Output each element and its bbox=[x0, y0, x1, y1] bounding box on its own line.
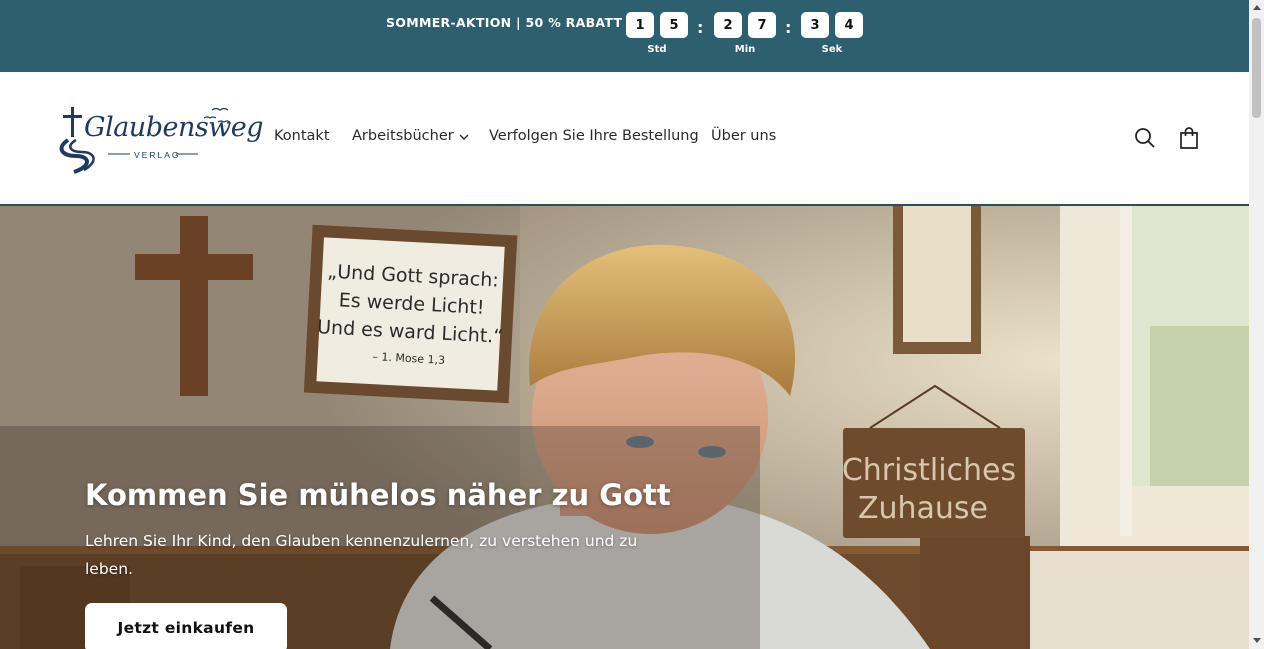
countdown-separator: : bbox=[697, 18, 704, 37]
hero-title: Kommen Sie mühelos näher zu Gott bbox=[85, 478, 671, 512]
nav-item-about[interactable]: Über uns bbox=[711, 128, 776, 144]
countdown-seconds-digit-2: 4 bbox=[835, 12, 863, 38]
countdown-hours-digit-2: 5 bbox=[660, 12, 688, 38]
countdown-minutes-digit-2: 7 bbox=[748, 12, 776, 38]
logo-text: Glaubensweg bbox=[84, 112, 264, 143]
scroll-up-icon[interactable] bbox=[1253, 5, 1261, 10]
shop-now-button[interactable]: Jetzt einkaufen bbox=[85, 603, 287, 649]
nav-item-arbeitsbuecher[interactable]: Arbeitsbücher bbox=[352, 128, 454, 144]
countdown-minutes-digit-1: 2 bbox=[714, 12, 742, 38]
promo-text: SOMMER-AKTION | 50 % RABATT bbox=[386, 15, 623, 30]
hero-subtitle: Lehren Sie Ihr Kind, den Glauben kennenz… bbox=[85, 532, 638, 578]
hero-banner: „Und Gott sprach: Es werde Licht! Und es… bbox=[0, 206, 1249, 649]
scroll-down-icon[interactable] bbox=[1253, 638, 1261, 643]
countdown-seconds-digit-1: 3 bbox=[801, 12, 829, 38]
page-scrollbar[interactable] bbox=[1249, 0, 1264, 649]
announcement-bar: SOMMER-AKTION | 50 % RABATT 1 5 : 2 7 : … bbox=[0, 0, 1249, 72]
chevron-down-icon[interactable] bbox=[459, 133, 469, 141]
site-header: Glaubensweg VERLAG Kontakt Arbeitsbücher… bbox=[0, 72, 1249, 206]
scroll-thumb[interactable] bbox=[1252, 18, 1261, 118]
countdown-separator: : bbox=[785, 18, 792, 37]
countdown-hours-label: Std bbox=[647, 44, 667, 55]
nav-item-kontakt[interactable]: Kontakt bbox=[274, 128, 330, 144]
nav-item-order-tracking[interactable]: Verfolgen Sie Ihre Bestellung bbox=[489, 128, 699, 144]
wood-sign-line-1: Christliches bbox=[842, 453, 1016, 488]
search-icon[interactable] bbox=[1133, 126, 1157, 150]
countdown-minutes-label: Min bbox=[734, 44, 756, 55]
countdown-seconds-label: Sek bbox=[821, 44, 843, 55]
countdown-hours-digit-1: 1 bbox=[626, 12, 654, 38]
cart-icon[interactable] bbox=[1177, 126, 1201, 150]
logo-subtext: VERLAG bbox=[134, 150, 181, 160]
logo[interactable]: Glaubensweg VERLAG bbox=[52, 104, 264, 176]
wood-sign-line-2: Zuhause bbox=[858, 491, 988, 526]
